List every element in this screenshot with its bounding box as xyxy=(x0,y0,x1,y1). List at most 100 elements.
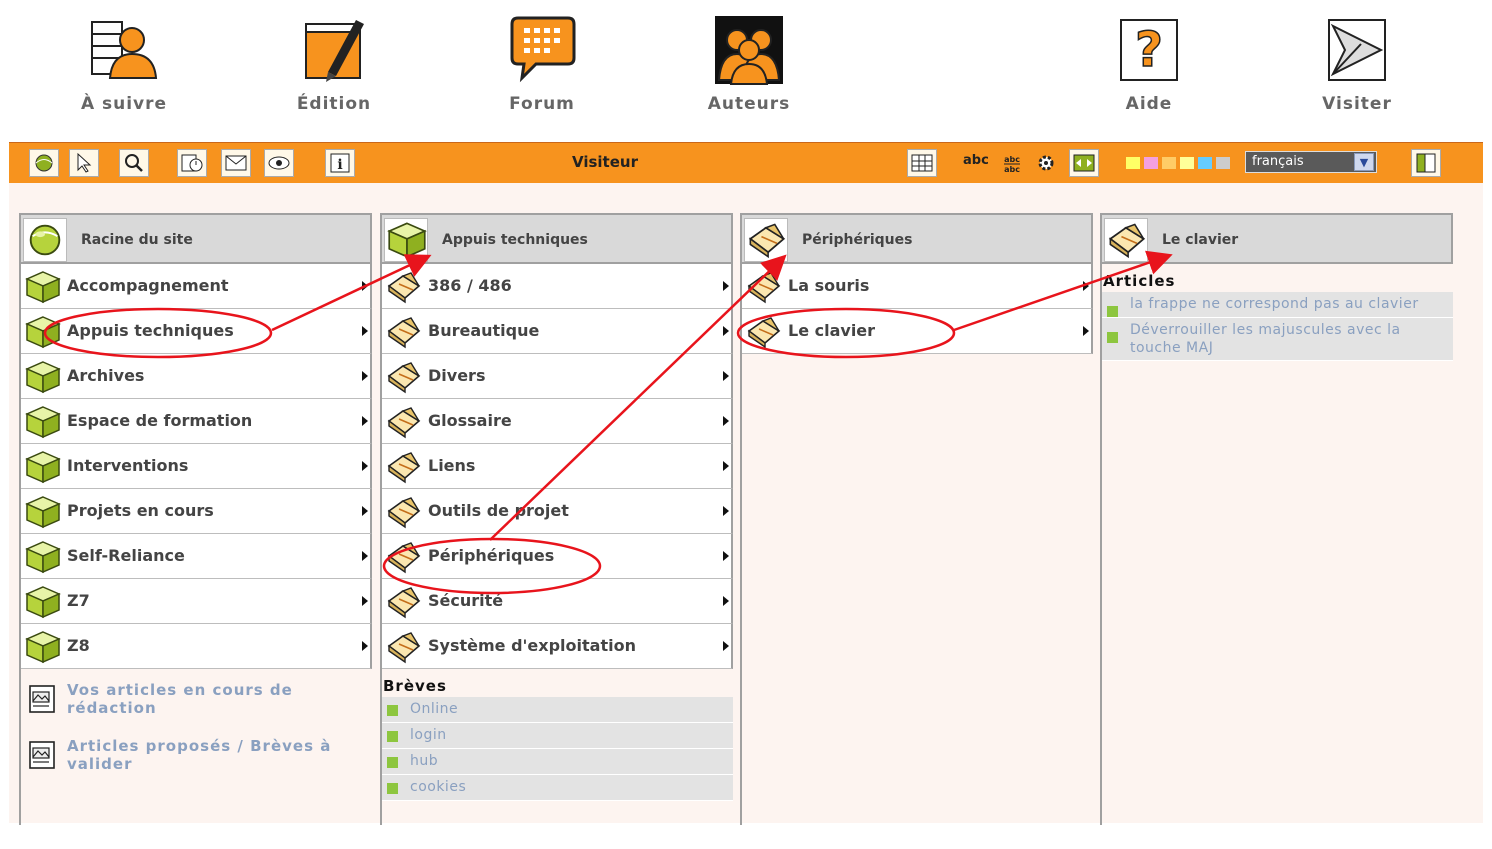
arrow-right-icon xyxy=(362,461,368,471)
section-icon xyxy=(25,495,61,529)
section-icon xyxy=(384,218,428,262)
rubric-label: Espace de formation xyxy=(67,411,253,430)
rubric-divers[interactable]: Divers xyxy=(382,354,733,399)
color-swatch[interactable] xyxy=(1180,157,1194,169)
subsection-icon xyxy=(746,270,782,304)
color-swatch[interactable] xyxy=(1162,157,1176,169)
column-header: Appuis techniques xyxy=(382,213,733,264)
breve-label: login xyxy=(410,727,447,743)
pointer-icon[interactable] xyxy=(69,149,99,177)
column-header: Le clavier xyxy=(1102,213,1453,264)
subsection-icon xyxy=(386,270,422,304)
link-articles-proposes[interactable]: Articles proposés / Brèves à valider xyxy=(21,735,372,785)
subsection-icon xyxy=(386,630,422,664)
bullet-icon xyxy=(387,757,398,768)
rubric-interventions[interactable]: Interventions xyxy=(21,444,372,489)
arrow-right-icon xyxy=(362,371,368,381)
nav-visiter[interactable]: Visiter xyxy=(1287,14,1427,114)
arrow-right-icon xyxy=(723,461,729,471)
breve-item[interactable]: Online xyxy=(382,697,733,723)
help-icon: ? xyxy=(1113,14,1185,86)
nav-edition[interactable]: Édition xyxy=(264,14,404,114)
rubric-label: Périphériques xyxy=(428,546,555,565)
rubric-peripheriques[interactable]: Périphériques xyxy=(382,534,733,579)
arrow-right-icon xyxy=(723,416,729,426)
rubric-label: Interventions xyxy=(67,456,189,475)
breve-item[interactable]: hub xyxy=(382,749,733,775)
section-icon xyxy=(25,585,61,619)
language-select[interactable]: français ▼ xyxy=(1245,151,1377,173)
rubric-systeme-exploitation[interactable]: Système d'exploitation xyxy=(382,624,733,669)
info-icon[interactable]: i xyxy=(325,149,355,177)
rubric-386-486[interactable]: 386 / 486 xyxy=(382,264,733,309)
search-icon[interactable] xyxy=(119,149,149,177)
rubric-la-souris[interactable]: La souris xyxy=(742,264,1093,309)
article-item[interactable]: la frappe ne correspond pas au clavier xyxy=(1102,292,1453,318)
rubric-accompagnement[interactable]: Accompagnement xyxy=(21,264,372,309)
section-icon xyxy=(25,315,61,349)
nav-auteurs[interactable]: Auteurs xyxy=(679,14,819,114)
column-le-clavier: Le clavier Articles la frappe ne corresp… xyxy=(1100,213,1453,825)
color-swatch[interactable] xyxy=(1126,157,1140,169)
bullet-icon xyxy=(387,783,398,794)
rubric-securite[interactable]: Sécurité xyxy=(382,579,733,624)
subsection-icon xyxy=(386,360,422,394)
rubric-z7[interactable]: Z7 xyxy=(21,579,372,624)
site-icon[interactable] xyxy=(29,149,59,177)
rubric-label: Z8 xyxy=(67,636,90,655)
arrow-right-icon xyxy=(362,506,368,516)
nav-aide[interactable]: ? Aide xyxy=(1079,14,1219,114)
color-swatch[interactable] xyxy=(1144,157,1158,169)
column-peripheriques: Périphériques La souris Le clavier xyxy=(740,213,1093,825)
rubric-liens[interactable]: Liens xyxy=(382,444,733,489)
rubric-espace-formation[interactable]: Espace de formation xyxy=(21,399,372,444)
link-articles-en-cours[interactable]: Vos articles en cours de rédaction xyxy=(21,679,372,729)
arrow-right-icon xyxy=(723,281,729,291)
nav-label: Auteurs xyxy=(707,94,791,114)
article-item[interactable]: Déverrouiller les majuscules avec la tou… xyxy=(1102,318,1453,361)
mail-icon[interactable] xyxy=(221,149,251,177)
spell-options-icon[interactable]: abc abc xyxy=(997,149,1027,177)
rubric-bureautique[interactable]: Bureautique xyxy=(382,309,733,354)
rubric-z8[interactable]: Z8 xyxy=(21,624,372,669)
eye-icon[interactable] xyxy=(264,149,294,177)
rubric-appuis-techniques[interactable]: Appuis techniques xyxy=(21,309,372,354)
color-swatch[interactable] xyxy=(1216,157,1230,169)
rubric-label: Projets en cours xyxy=(67,501,214,520)
breve-item[interactable]: login xyxy=(382,723,733,749)
section-title-articles: Articles xyxy=(1103,272,1176,290)
rubric-archives[interactable]: Archives xyxy=(21,354,372,399)
subsection-icon xyxy=(746,315,782,349)
rubric-projets-en-cours[interactable]: Projets en cours xyxy=(21,489,372,534)
rubric-label: Appuis techniques xyxy=(67,321,234,340)
rubric-label: Le clavier xyxy=(788,321,876,340)
column-appuis-techniques: Appuis techniques 386 / 486 Bureautique … xyxy=(380,213,733,825)
nav-label: Visiter xyxy=(1322,94,1392,114)
rubric-outils-de-projet[interactable]: Outils de projet xyxy=(382,489,733,534)
rubric-le-clavier[interactable]: Le clavier xyxy=(742,309,1093,354)
nav-forum[interactable]: Forum xyxy=(472,14,612,114)
rubric-self-reliance[interactable]: Self-Reliance xyxy=(21,534,372,579)
calendar-clock-icon[interactable] xyxy=(177,149,207,177)
subsection-icon xyxy=(386,585,422,619)
nav-a-suivre[interactable]: À suivre xyxy=(54,14,194,114)
rubric-label: Glossaire xyxy=(428,411,512,430)
rubric-glossaire[interactable]: Glossaire xyxy=(382,399,733,444)
bullet-icon xyxy=(1107,306,1118,317)
rubric-label: Outils de projet xyxy=(428,501,569,520)
arrow-right-icon xyxy=(723,371,729,381)
logout-icon[interactable] xyxy=(1411,149,1441,177)
arrow-right-icon xyxy=(723,326,729,336)
column-header: Racine du site xyxy=(21,213,372,264)
spell-check-label[interactable]: abc xyxy=(963,153,989,168)
color-swatch[interactable] xyxy=(1198,157,1212,169)
edit-icon xyxy=(298,14,370,86)
column-title: Racine du site xyxy=(81,232,193,248)
gear-icon[interactable] xyxy=(1031,149,1061,177)
rubric-label: Liens xyxy=(428,456,476,475)
breve-item[interactable]: cookies xyxy=(382,775,733,801)
resize-icon[interactable] xyxy=(1069,149,1099,177)
grid-view-icon[interactable] xyxy=(907,149,937,177)
arrow-right-icon xyxy=(362,416,368,426)
column-title: Appuis techniques xyxy=(442,232,588,248)
